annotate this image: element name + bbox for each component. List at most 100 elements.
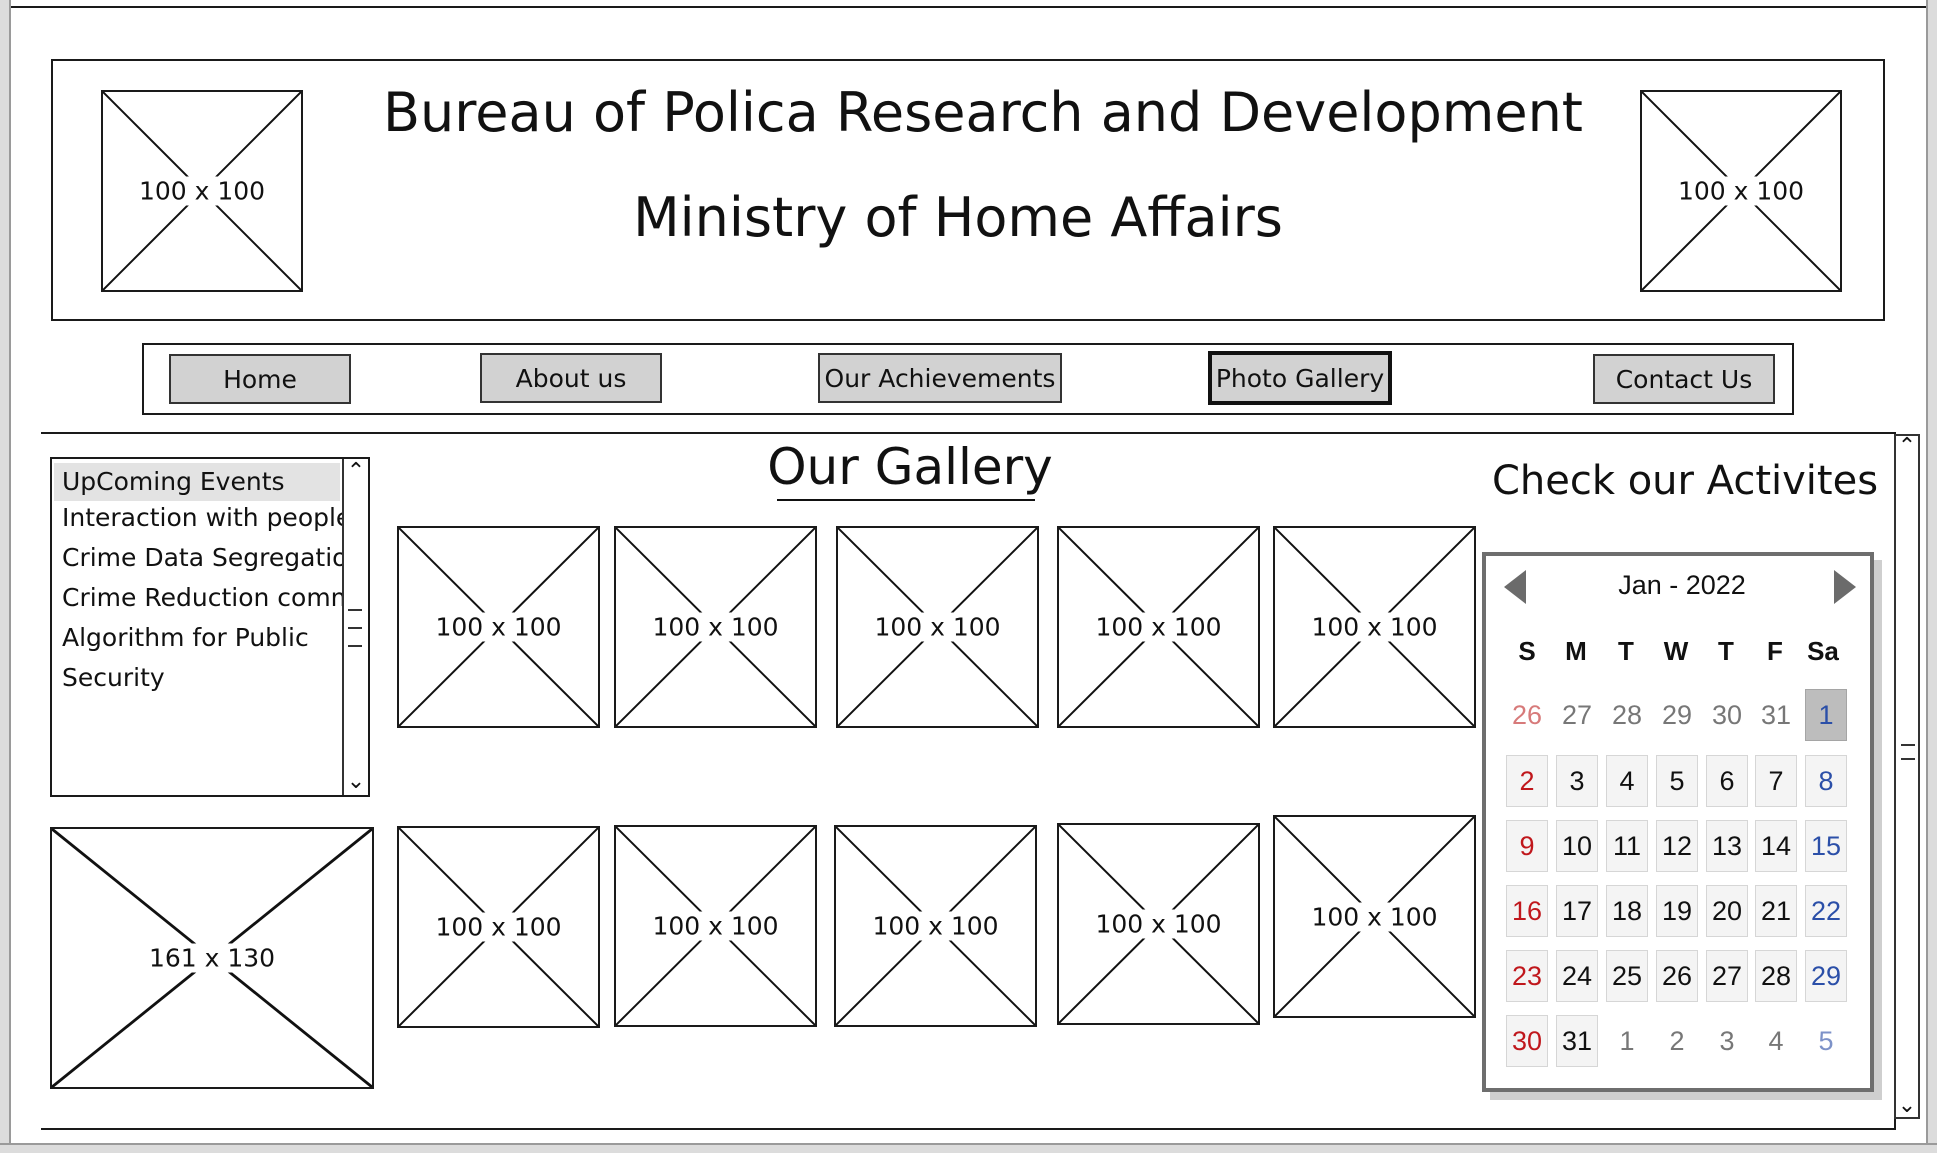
- calendar-day[interactable]: 7: [1755, 755, 1797, 807]
- calendar-day[interactable]: 27: [1556, 689, 1598, 741]
- logo-left-label: 100 x 100: [136, 176, 268, 206]
- calendar-day[interactable]: 10: [1556, 820, 1598, 872]
- page-title: Bureau of Polica Research and Developmen…: [383, 81, 1583, 144]
- calendar-prev-icon[interactable]: [1504, 570, 1526, 604]
- logo-left-placeholder: 100 x 100: [101, 90, 303, 292]
- weekday-label: T: [1718, 636, 1734, 666]
- events-list[interactable]: UpComing Events Interaction with people …: [50, 457, 370, 797]
- calendar-day[interactable]: 5: [1656, 755, 1698, 807]
- list-item[interactable]: Interaction with people: [62, 503, 351, 532]
- calendar-day[interactable]: 4: [1606, 755, 1648, 807]
- calendar-day[interactable]: 22: [1805, 885, 1847, 937]
- calendar-day[interactable]: 19: [1656, 885, 1698, 937]
- scroll-thumb-grip: [1901, 758, 1915, 760]
- list-item[interactable]: Security: [62, 663, 165, 692]
- calendar-day[interactable]: 27: [1706, 950, 1748, 1002]
- calendar-day[interactable]: 30: [1706, 689, 1748, 741]
- nav-contact-button[interactable]: Contact Us: [1593, 354, 1775, 404]
- calendar-day[interactable]: 31: [1755, 689, 1797, 741]
- logo-right-label: 100 x 100: [1675, 176, 1807, 206]
- list-item[interactable]: Crime Reduction committ: [62, 583, 347, 612]
- calendar-day[interactable]: 9: [1506, 820, 1548, 872]
- calendar-day[interactable]: 26: [1506, 689, 1548, 741]
- calendar-day[interactable]: 24: [1556, 950, 1598, 1002]
- calendar-day[interactable]: 16: [1506, 885, 1548, 937]
- calendar-day[interactable]: 5: [1805, 1015, 1847, 1067]
- weekday-label: S: [1518, 636, 1536, 666]
- calendar-day[interactable]: 11: [1606, 820, 1648, 872]
- scroll-up-arrow[interactable]: ⌃: [1896, 436, 1918, 458]
- window-left-edge: [0, 0, 11, 1153]
- gallery-image-4[interactable]: 100 x 100: [1057, 526, 1260, 728]
- image-size-label: 100 x 100: [1309, 612, 1440, 642]
- chevron-down-icon[interactable]: ⌄: [344, 771, 368, 793]
- nav-gallery-button[interactable]: Photo Gallery: [1208, 351, 1392, 405]
- window-bottom-edge: [0, 1143, 1937, 1153]
- calendar-day[interactable]: 18: [1606, 885, 1648, 937]
- image-size-label: 100 x 100: [433, 912, 564, 942]
- nav-home-button[interactable]: Home: [169, 354, 351, 404]
- image-size-label: 100 x 100: [1093, 612, 1224, 642]
- calendar[interactable]: Jan - 2022 S M T W T F Sa 26 27 28 29 30…: [1482, 552, 1874, 1092]
- calendar-day[interactable]: 14: [1755, 820, 1797, 872]
- gallery-image-1[interactable]: 100 x 100: [397, 526, 600, 728]
- image-size-label: 100 x 100: [650, 612, 781, 642]
- sidebar-image-label: 161 x 130: [146, 943, 278, 973]
- chevron-up-icon[interactable]: ⌃: [344, 461, 368, 483]
- calendar-day[interactable]: 29: [1805, 950, 1847, 1002]
- calendar-day[interactable]: 30: [1506, 1015, 1548, 1067]
- list-item[interactable]: Algorithm for Public: [62, 623, 309, 652]
- calendar-day[interactable]: 28: [1755, 950, 1797, 1002]
- gallery-image-9[interactable]: 100 x 100: [1057, 823, 1260, 1025]
- weekday-label: M: [1565, 636, 1587, 666]
- calendar-day[interactable]: 15: [1805, 820, 1847, 872]
- calendar-day[interactable]: 4: [1755, 1015, 1797, 1067]
- calendar-day[interactable]: 2: [1656, 1015, 1698, 1067]
- calendar-day[interactable]: 3: [1706, 1015, 1748, 1067]
- calendar-day[interactable]: 28: [1606, 689, 1648, 741]
- image-size-label: 100 x 100: [1309, 902, 1440, 931]
- image-size-label: 100 x 100: [870, 911, 1001, 941]
- calendar-month-label: Jan - 2022: [1618, 570, 1746, 600]
- gallery-image-2[interactable]: 100 x 100: [614, 526, 817, 728]
- image-size-label: 100 x 100: [1093, 909, 1224, 939]
- calendar-day[interactable]: 1: [1606, 1015, 1648, 1067]
- calendar-day-selected[interactable]: 1: [1805, 689, 1847, 741]
- list-item[interactable]: UpComing Events: [54, 463, 340, 501]
- gallery-image-7[interactable]: 100 x 100: [614, 825, 817, 1027]
- scroll-thumb[interactable]: [348, 609, 362, 611]
- calendar-day[interactable]: 25: [1606, 950, 1648, 1002]
- gallery-image-10[interactable]: 100 x 100: [1273, 815, 1476, 1018]
- events-scrollbar[interactable]: ⌃ ⌄: [342, 459, 368, 795]
- calendar-day[interactable]: 8: [1805, 755, 1847, 807]
- calendar-day[interactable]: 31: [1556, 1015, 1598, 1067]
- nav-achievements-button[interactable]: Our Achievements: [818, 353, 1062, 403]
- gallery-image-6[interactable]: 100 x 100: [397, 826, 600, 1028]
- page-scrollbar[interactable]: ⌃ ⌄: [1894, 434, 1920, 1119]
- calendar-next-icon[interactable]: [1834, 570, 1856, 604]
- calendar-day[interactable]: 3: [1556, 755, 1598, 807]
- scroll-thumb[interactable]: [1901, 744, 1915, 746]
- weekday-label: F: [1767, 636, 1783, 666]
- nav-about-button[interactable]: About us: [480, 353, 662, 403]
- list-item[interactable]: Crime Data Segregation: [62, 543, 363, 572]
- calendar-day[interactable]: 6: [1706, 755, 1748, 807]
- calendar-day[interactable]: 12: [1656, 820, 1698, 872]
- scroll-thumb-grip: [348, 645, 362, 647]
- calendar-day[interactable]: 20: [1706, 885, 1748, 937]
- calendar-day[interactable]: 29: [1656, 689, 1698, 741]
- scroll-down-arrow[interactable]: ⌄: [1896, 1095, 1918, 1117]
- calendar-day[interactable]: 21: [1755, 885, 1797, 937]
- calendar-day[interactable]: 23: [1506, 950, 1548, 1002]
- calendar-day[interactable]: 17: [1556, 885, 1598, 937]
- calendar-day[interactable]: 26: [1656, 950, 1698, 1002]
- gallery-image-8[interactable]: 100 x 100: [834, 825, 1037, 1027]
- gallery-image-3[interactable]: 100 x 100: [836, 526, 1039, 728]
- gallery-title: Our Gallery: [767, 438, 1053, 496]
- calendar-day[interactable]: 2: [1506, 755, 1548, 807]
- activities-title: Check our Activites: [1491, 458, 1879, 504]
- gallery-title-underline: [777, 499, 1035, 501]
- gallery-image-5[interactable]: 100 x 100: [1273, 526, 1476, 728]
- header-banner: 100 x 100 Bureau of Polica Research and …: [51, 59, 1885, 321]
- calendar-day[interactable]: 13: [1706, 820, 1748, 872]
